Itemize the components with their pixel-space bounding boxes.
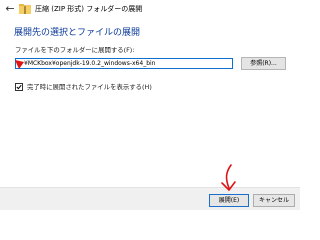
cancel-button[interactable]: キャンセル: [253, 194, 295, 207]
destination-label: ファイルを下のフォルダーに展開する(F):: [15, 46, 135, 54]
browse-button[interactable]: 参照(R)...: [241, 57, 286, 70]
window-title: 圧縮 (ZIP 形式) フォルダーの展開: [35, 5, 143, 13]
checkmark-icon: [16, 84, 22, 90]
extract-zip-dialog: ← 圧縮 (ZIP 形式) フォルダーの展開 展開先の選択とファイルの展開 ファ…: [0, 0, 300, 210]
dialog-heading: 展開先の選択とファイルの展開: [14, 28, 141, 38]
show-files-label: 完了時に展開されたファイルを表示する(H): [27, 83, 152, 91]
destination-path-input[interactable]: [15, 58, 233, 69]
extract-button[interactable]: 展開(E): [209, 194, 249, 207]
back-arrow-icon[interactable]: ←: [5, 3, 15, 15]
title-bar: ← 圧縮 (ZIP 形式) フォルダーの展開: [0, 0, 300, 18]
zip-folder-icon: [19, 4, 31, 14]
show-files-checkbox[interactable]: [15, 83, 23, 91]
